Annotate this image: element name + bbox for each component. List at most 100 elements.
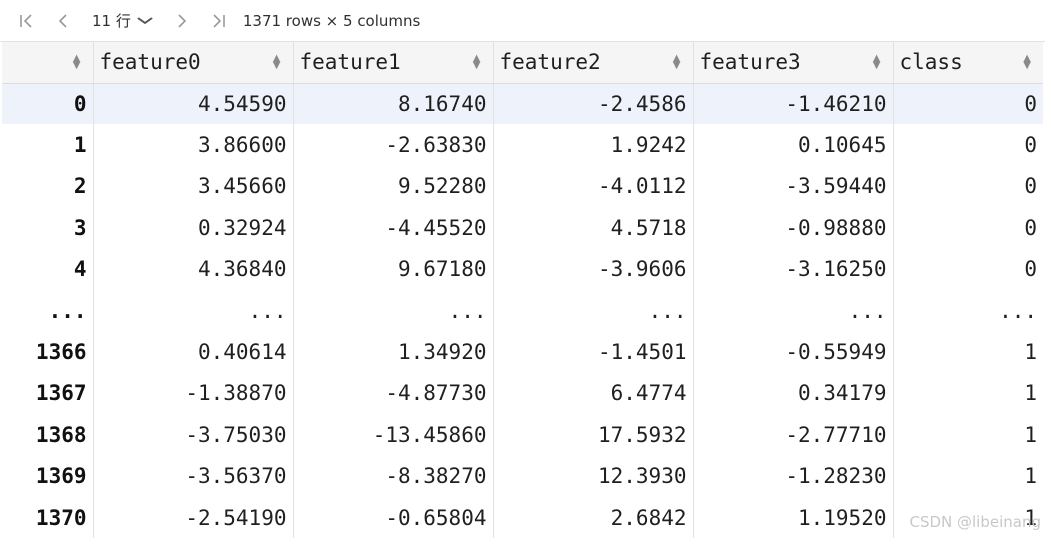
rows-per-page-select[interactable]: 11 行 xyxy=(92,10,153,31)
table-cell: -2.54190 xyxy=(93,496,294,539)
table-row[interactable]: 4 4.36840 9.67180 -3.9606 -3.16250 0 xyxy=(2,248,1043,290)
sort-down-icon: ▼ xyxy=(872,60,881,72)
table-cell: 0.40614 xyxy=(93,331,294,373)
column-header-label: feature1 xyxy=(299,50,401,75)
table-cell: 9.52280 xyxy=(293,165,494,208)
table-row[interactable]: 2 3.45660 9.52280 -4.0112 -3.59440 0 xyxy=(2,165,1043,208)
column-header[interactable]: feature2 ▲ ▼ xyxy=(493,42,694,84)
table-row[interactable]: 1369 -3.56370 -8.38270 12.3930 -1.28230 1 xyxy=(2,455,1043,497)
chevron-down-icon xyxy=(136,14,153,28)
data-table: ▲ ▼ feature0 ▲ ▼ feature1 ▲ ▼ feature2 ▲ ▼ feature3… xyxy=(2,42,1043,539)
table-cell: -3.9606 xyxy=(493,248,694,290)
table-cell: 2.6842 xyxy=(493,496,694,539)
first-page-icon[interactable] xyxy=(16,9,38,33)
table-cell: 1 xyxy=(1024,464,1037,489)
table-cell: 0 xyxy=(893,83,1043,125)
table-cell: -0.98880 xyxy=(693,207,894,249)
table-cell: -2.63830 xyxy=(293,124,494,166)
table-cell: 1 xyxy=(1024,340,1037,365)
table-cell: 0 xyxy=(1024,215,1037,240)
sort-down-icon: ▼ xyxy=(72,60,81,72)
row-index-cell: 1367 xyxy=(2,372,94,415)
chevron-left-icon[interactable] xyxy=(56,9,70,33)
column-header-label: feature3 xyxy=(699,50,801,75)
column-header[interactable]: feature3 ▲ ▼ xyxy=(693,42,894,84)
table-cell: ... xyxy=(93,289,294,332)
table-row[interactable]: 1368 -3.75030 -13.45860 17.5932 -2.77710 1 xyxy=(2,414,1043,456)
table-cell: 1.19520 xyxy=(693,496,894,539)
table-row[interactable]: 1 3.86600 -2.63830 1.9242 0.10645 0 xyxy=(2,124,1043,166)
table-cell: 0 xyxy=(1024,174,1037,199)
table-cell: 1 xyxy=(1024,381,1037,406)
table-cell: 0.32924 xyxy=(93,207,294,249)
sort-down-icon: ▼ xyxy=(672,60,681,72)
table-cell: ... xyxy=(693,289,894,332)
row-index-cell: 1 xyxy=(2,124,94,166)
last-page-icon[interactable] xyxy=(207,9,229,33)
table-cell: -8.38270 xyxy=(293,455,494,497)
sort-icon[interactable]: ▲ ▼ xyxy=(672,54,681,72)
table-row[interactable]: 3 0.32924 -4.45520 4.5718 -0.98880 0 xyxy=(2,207,1043,249)
sort-icon[interactable]: ▲ ▼ xyxy=(272,54,281,72)
column-header[interactable]: feature1 ▲ ▼ xyxy=(293,42,494,84)
column-header[interactable]: feature0 ▲ ▼ xyxy=(93,42,294,84)
chevron-right-icon-svg xyxy=(178,13,186,28)
column-header-label: feature0 xyxy=(99,50,201,75)
table-cell: 4.54590 xyxy=(93,83,294,125)
table-summary: 1371 rows × 5 columns xyxy=(242,11,421,30)
table-cell: -3.16250 xyxy=(693,248,894,290)
column-header-label: feature2 xyxy=(499,50,601,75)
table-cell: 0.34179 xyxy=(693,372,894,415)
sort-icon[interactable]: ▲ ▼ xyxy=(472,54,481,72)
row-index-cell: 1369 xyxy=(2,455,94,497)
table-cell: 1.9242 xyxy=(493,124,694,166)
table-cell: 0 xyxy=(1024,133,1037,158)
sort-icon[interactable]: ▲ ▼ xyxy=(1023,54,1031,72)
chevron-right-icon[interactable] xyxy=(175,9,189,33)
table-cell: -4.87730 xyxy=(293,372,494,415)
sort-icon[interactable]: ▲ ▼ xyxy=(872,54,881,72)
sort-down-icon: ▼ xyxy=(1023,60,1031,72)
rows-per-page-label: 11 行 xyxy=(92,12,131,30)
pagination-toolbar: 11 行 1371 rows × 5 columns xyxy=(0,0,1045,42)
table-cell: -2.4586 xyxy=(493,83,694,125)
table-cell: -3.75030 xyxy=(93,414,294,456)
table-cell: 1.34920 xyxy=(293,331,494,373)
chevron-down-icon-svg xyxy=(137,16,153,24)
table-cell: -0.65804 xyxy=(293,496,494,539)
table-cell: 0 xyxy=(1024,257,1037,282)
table-cell: 17.5932 xyxy=(493,414,694,456)
table-row[interactable]: 1367 -1.38870 -4.87730 6.4774 0.34179 1 xyxy=(2,372,1043,415)
table-row[interactable]: 1370 -2.54190 -0.65804 2.6842 1.19520 1 xyxy=(2,496,1043,539)
row-index-cell: 3 xyxy=(2,207,94,249)
table-cell: 4.5718 xyxy=(493,207,694,249)
table-cell: ... xyxy=(493,289,694,332)
sort-down-icon: ▼ xyxy=(272,60,281,72)
row-index-cell: 2 xyxy=(2,165,94,208)
table-cell: -1.4501 xyxy=(493,331,694,373)
table-cell: -4.45520 xyxy=(293,207,494,249)
table-row[interactable]: 0 4.54590 8.16740 -2.4586 -1.46210 0 xyxy=(2,83,1043,125)
column-header-label: class xyxy=(899,50,963,75)
table-cell: 8.16740 xyxy=(293,83,494,125)
table-row[interactable]: 1366 0.40614 1.34920 -1.4501 -0.55949 1 xyxy=(2,331,1043,373)
row-index-cell: 0 xyxy=(2,83,94,125)
sort-icon[interactable]: ▲ ▼ xyxy=(72,54,81,72)
column-header-index[interactable]: ▲ ▼ xyxy=(2,42,94,84)
table-cell: -1.38870 xyxy=(93,372,294,415)
sort-down-icon: ▼ xyxy=(472,60,481,72)
table-cell: 3.86600 xyxy=(93,124,294,166)
row-index-cell: 4 xyxy=(2,248,94,290)
table-cell: -1.28230 xyxy=(693,455,894,497)
table-cell: 1 xyxy=(1024,422,1037,447)
table-cell: -13.45860 xyxy=(293,414,494,456)
first-page-icon-svg xyxy=(20,13,32,28)
table-cell: -3.59440 xyxy=(693,165,894,208)
table-cell: ... xyxy=(999,298,1037,323)
last-page-icon-svg xyxy=(213,13,225,28)
table-cell: -3.56370 xyxy=(93,455,294,497)
table-cell: 3.45660 xyxy=(93,165,294,208)
table-row[interactable]: .................. xyxy=(2,289,1043,332)
column-header[interactable]: class ▲ ▼ xyxy=(893,42,1043,84)
table-cell: 4.36840 xyxy=(93,248,294,290)
